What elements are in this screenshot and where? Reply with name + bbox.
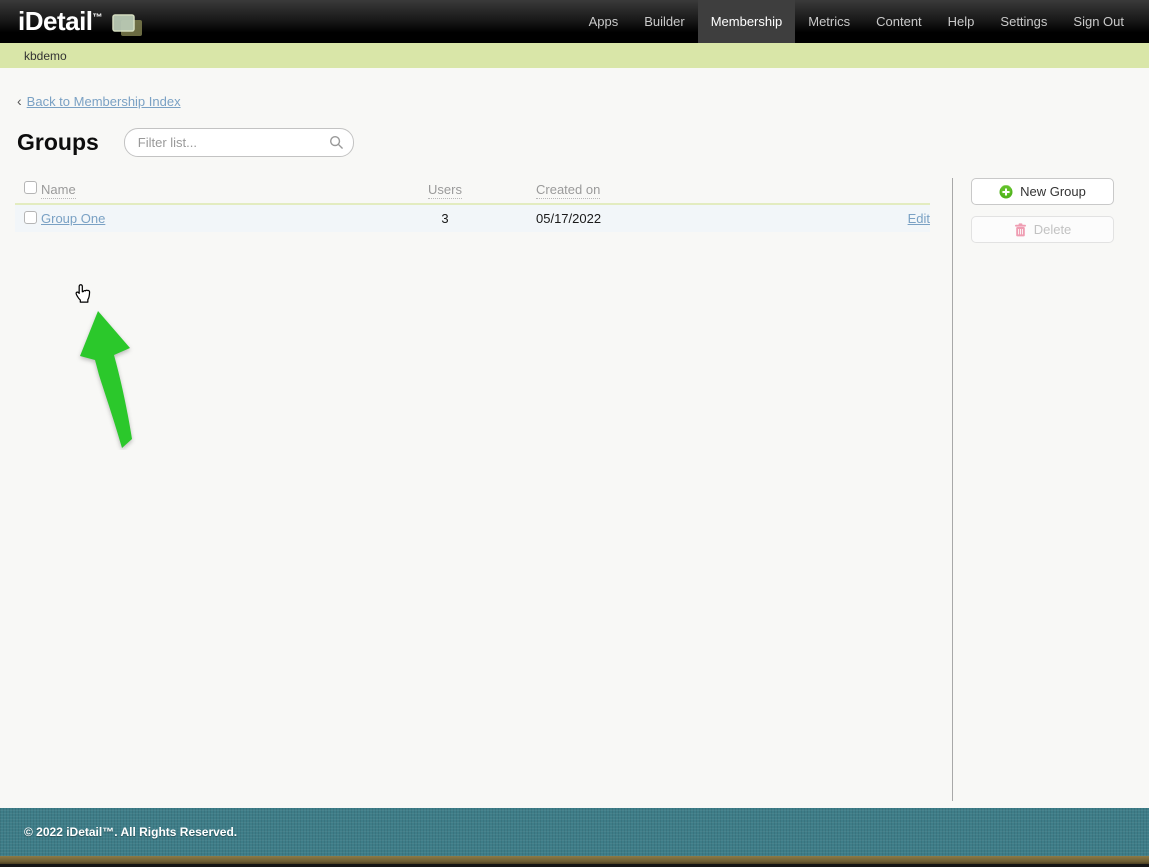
- copyright-text: © 2022 iDetail™. All Rights Reserved.: [24, 825, 238, 839]
- new-group-button[interactable]: New Group: [971, 178, 1114, 205]
- nav-item-apps[interactable]: Apps: [576, 0, 632, 43]
- nav-item-metrics[interactable]: Metrics: [795, 0, 863, 43]
- trash-icon: [1014, 222, 1027, 237]
- nav-item-membership[interactable]: Membership: [697, 0, 796, 43]
- search-icon: [329, 135, 343, 149]
- action-panel: New Group Delete: [953, 178, 1149, 243]
- photo-stack-icon: [112, 13, 143, 36]
- account-bar: kbdemo: [0, 43, 1149, 68]
- row-checkbox[interactable]: [24, 210, 37, 224]
- filter-container: [123, 128, 354, 157]
- nav-item-help[interactable]: Help: [935, 0, 988, 43]
- groups-section: Name Users Created on Group One 3 05/17/…: [0, 178, 1149, 801]
- new-group-label: New Group: [1020, 184, 1086, 199]
- nav-menu: Apps Builder Membership Metrics Content …: [576, 0, 1149, 43]
- main-content: ‹ Back to Membership Index Groups Name U…: [0, 68, 1149, 808]
- column-header-users[interactable]: Users: [428, 181, 462, 199]
- plus-circle-icon: [999, 184, 1013, 199]
- delete-label: Delete: [1033, 222, 1072, 237]
- app-logo[interactable]: iDetail™: [0, 0, 144, 43]
- title-row: Groups: [17, 128, 1149, 157]
- column-header-created[interactable]: Created on: [536, 181, 601, 199]
- nav-item-content[interactable]: Content: [863, 0, 935, 43]
- select-all-checkbox[interactable]: [24, 181, 37, 194]
- nav-item-settings[interactable]: Settings: [987, 0, 1060, 43]
- footer: © 2022 iDetail™. All Rights Reserved.: [0, 808, 1149, 856]
- row-created-date: 05/17/2022: [536, 211, 602, 226]
- table-row: Group One 3 05/17/2022 Edit: [15, 205, 930, 232]
- group-name-link[interactable]: Group One: [41, 211, 105, 226]
- logo-trademark: ™: [92, 12, 103, 24]
- groups-table: Name Users Created on Group One 3 05/17/…: [0, 178, 952, 232]
- nav-item-builder[interactable]: Builder: [631, 0, 697, 43]
- account-name: kbdemo: [24, 48, 67, 63]
- footer-texture-strip: [0, 856, 1149, 864]
- page-title: Groups: [17, 129, 99, 155]
- nav-item-sign-out[interactable]: Sign Out: [1060, 0, 1137, 43]
- table-header-row: Name Users Created on: [15, 178, 930, 205]
- vertical-divider: [952, 178, 953, 801]
- back-to-membership-link[interactable]: Back to Membership Index: [27, 94, 181, 109]
- edit-link[interactable]: Edit: [908, 211, 930, 226]
- column-header-name[interactable]: Name: [41, 181, 76, 199]
- top-navbar: iDetail™ Apps Builder Membership Metrics…: [0, 0, 1149, 43]
- row-users-count: 3: [441, 211, 449, 226]
- delete-button[interactable]: Delete: [971, 216, 1114, 243]
- logo-text: iDetail™: [18, 6, 103, 36]
- breadcrumb: ‹ Back to Membership Index: [0, 68, 1149, 109]
- filter-input[interactable]: [123, 128, 354, 157]
- back-chevron-icon: ‹: [17, 93, 22, 109]
